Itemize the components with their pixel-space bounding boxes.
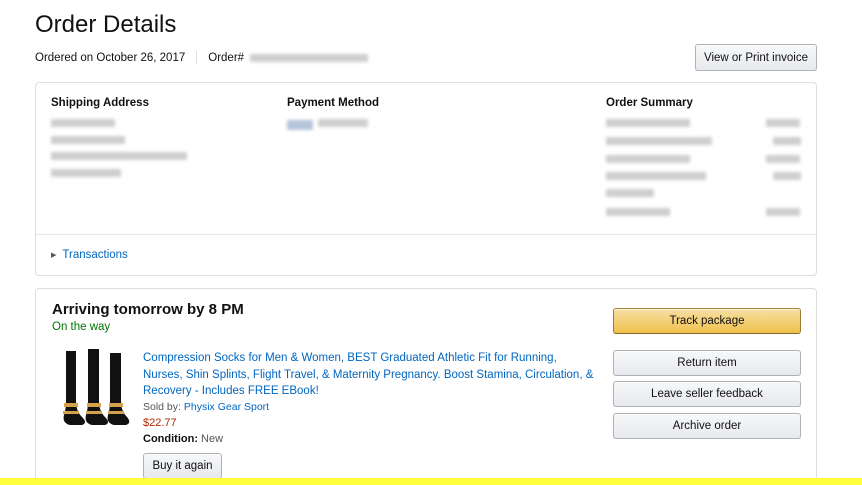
product-price: $22.77 bbox=[143, 417, 177, 429]
condition-label: Condition: bbox=[143, 433, 198, 445]
box-divider bbox=[36, 234, 816, 235]
transactions-link[interactable]: Transactions bbox=[62, 249, 127, 261]
return-item-button[interactable]: Return item bbox=[613, 350, 801, 376]
product-image[interactable] bbox=[58, 347, 134, 429]
leave-seller-feedback-button[interactable]: Leave seller feedback bbox=[613, 381, 801, 407]
product-condition: Condition: New bbox=[143, 433, 223, 445]
sold-by: Sold by: Physix Gear Sport bbox=[143, 401, 269, 413]
shipment-status: On the way bbox=[52, 321, 111, 333]
sock-right bbox=[107, 353, 130, 425]
order-summary-heading: Order Summary bbox=[606, 97, 693, 109]
sock-left bbox=[63, 351, 85, 425]
track-package-button[interactable]: Track package bbox=[613, 308, 801, 334]
seller-link[interactable]: Physix Gear Sport bbox=[184, 401, 269, 413]
caret-right-icon: ▶ bbox=[51, 252, 57, 259]
sock-middle bbox=[85, 349, 108, 425]
sold-by-label: Sold by: bbox=[143, 401, 181, 413]
transactions-toggle[interactable]: ▶ Transactions bbox=[51, 249, 128, 261]
order-meta: Ordered on October 26, 2017 Order# bbox=[35, 51, 369, 64]
order-number-redacted bbox=[250, 53, 369, 62]
payment-method-heading: Payment Method bbox=[287, 97, 380, 109]
archive-order-button[interactable]: Archive order bbox=[613, 413, 801, 439]
order-info-box: Shipping Address Payment Method Order Su… bbox=[35, 82, 817, 276]
view-print-invoice-button[interactable]: View or Print invoice bbox=[695, 44, 817, 71]
meta-divider bbox=[196, 51, 198, 64]
condition-value: New bbox=[201, 433, 224, 445]
highlight-strip bbox=[0, 478, 862, 485]
page-title: Order Details bbox=[35, 11, 177, 38]
order-date: Ordered on October 26, 2017 bbox=[35, 51, 186, 64]
product-title-link[interactable]: Compression Socks for Men & Women, BEST … bbox=[143, 350, 598, 400]
buy-again-button[interactable]: Buy it again bbox=[143, 453, 222, 479]
shipping-address-heading: Shipping Address bbox=[51, 97, 149, 109]
arrival-heading: Arriving tomorrow by 8 PM bbox=[52, 301, 244, 318]
order-number-label: Order# bbox=[208, 51, 245, 64]
